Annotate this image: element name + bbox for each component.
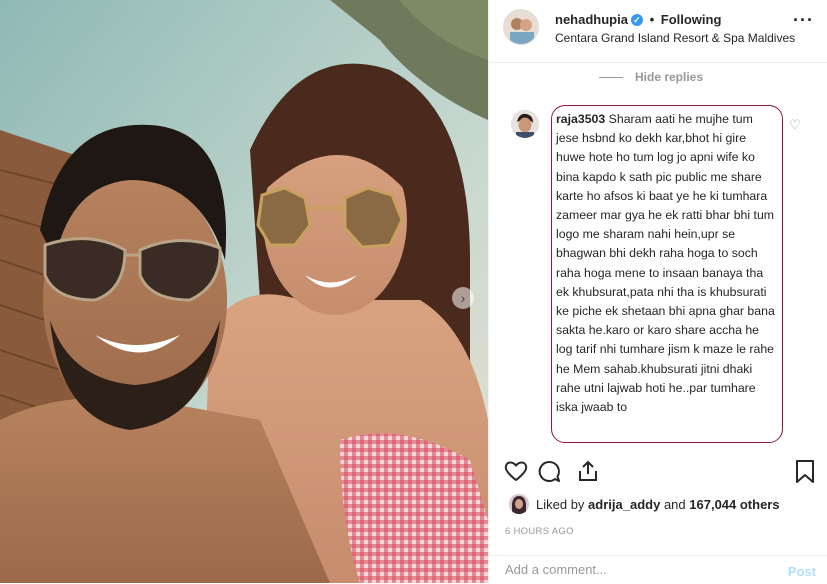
post-actions [503,459,819,485]
separator: • [649,12,655,27]
commenter-avatar[interactable] [511,110,539,138]
like-heart-icon[interactable] [503,459,529,483]
post-photo[interactable]: › [0,0,488,583]
comment-text: Sharam aati he mujhe tum jese hsbnd ko d… [556,112,775,415]
bookmark-save-icon[interactable] [793,459,817,485]
post-timestamp[interactable]: 6 HOURS AGO [505,526,574,537]
liker-username[interactable]: adrija_addy [588,497,660,512]
add-comment-bar: Post [489,555,827,584]
hide-replies-button[interactable]: Hide replies [599,70,703,84]
post-header: nehadhupia ✓ • Following Centara Grand Is… [489,0,827,63]
likes-prefix: Liked by [536,497,585,512]
add-comment-input[interactable] [505,562,765,577]
avatar[interactable] [503,9,539,45]
liker-avatar[interactable] [509,494,529,514]
likes-text: Liked by adrija_addy and 167,044 others [536,497,780,512]
verified-badge-icon: ✓ [630,14,643,26]
post-side-panel: nehadhupia ✓ • Following Centara Grand Is… [488,0,827,583]
post-comment-button[interactable]: Post [788,564,816,579]
post-author: nehadhupia ✓ • Following [555,12,721,27]
comment-username[interactable]: raja3503 [556,112,605,126]
post-location[interactable]: Centara Grand Island Resort & Spa Maldiv… [555,31,795,45]
post-photo-illustration [0,0,488,583]
liker-avatar-image [509,494,529,514]
more-options-icon[interactable]: ··· [793,10,814,31]
post-author-username[interactable]: nehadhupia [555,12,628,27]
avatar-image [504,10,538,44]
highlighted-comment: raja3503 Sharam aati he mujhe tum jese h… [551,105,783,443]
like-comment-heart-icon[interactable]: ♡ [789,117,801,133]
share-icon[interactable] [575,459,601,483]
likes-summary: Liked by adrija_addy and 167,044 others [503,494,823,516]
comment-body: raja3503 Sharam aati he mujhe tum jese h… [556,110,778,417]
commenter-avatar-image [511,110,539,138]
follow-status-button[interactable]: Following [661,12,722,27]
likes-connector: and [663,497,686,512]
likes-count[interactable]: 167,044 others [689,497,779,512]
divider [599,77,623,79]
hide-replies-label: Hide replies [635,70,704,84]
chevron-right-icon[interactable]: › [452,287,474,309]
comment-bubble-icon[interactable] [536,459,562,483]
